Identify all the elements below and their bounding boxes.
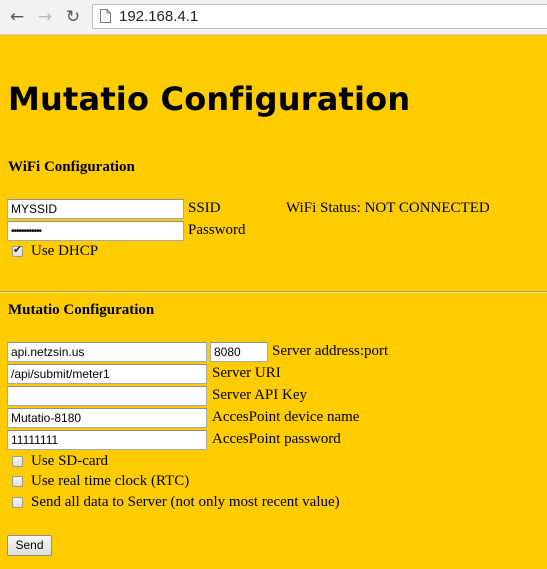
wifi-status-text: WiFi Status: NOT CONNECTED: [286, 200, 490, 216]
ssid-field[interactable]: [7, 199, 184, 219]
password-field[interactable]: ••••••••••••: [7, 221, 184, 241]
server-port-field[interactable]: [210, 342, 268, 362]
sdcard-checkbox[interactable]: [12, 456, 23, 467]
dhcp-checkbox[interactable]: [12, 243, 23, 257]
api-key-field[interactable]: [7, 386, 207, 406]
back-arrow-icon[interactable]: ←: [6, 6, 28, 28]
api-key-label: Server API Key: [212, 387, 307, 403]
rtc-label: Use real time clock (RTC): [31, 473, 190, 489]
section-divider: [0, 291, 547, 293]
url-text: 192.168.4.1: [119, 8, 199, 25]
ap-name-field[interactable]: [7, 408, 207, 428]
sdcard-label: Use SD-card: [31, 453, 109, 469]
address-bar[interactable]: 192.168.4.1: [92, 4, 547, 29]
server-uri-field[interactable]: [7, 364, 207, 384]
dhcp-label: Use DHCP: [31, 243, 99, 259]
rtc-checkbox[interactable]: [12, 476, 23, 487]
page-title: Mutatio Configuration: [8, 80, 411, 118]
send-all-checkbox[interactable]: [12, 497, 23, 508]
send-button[interactable]: Send: [7, 535, 52, 556]
ap-password-field[interactable]: [7, 430, 207, 450]
server-address-label: Server address:port: [272, 343, 389, 359]
ap-name-label: AccesPoint device name: [212, 409, 360, 425]
reload-icon[interactable]: ↻: [62, 6, 84, 28]
forward-arrow-icon[interactable]: →: [34, 6, 56, 28]
server-address-field[interactable]: [7, 342, 207, 362]
browser-toolbar: ← → ↻ 192.168.4.1: [0, 0, 547, 35]
wifi-heading: WiFi Configuration: [8, 159, 135, 175]
server-uri-label: Server URI: [212, 365, 281, 381]
mutatio-heading: Mutatio Configuration: [8, 302, 155, 318]
ssid-label: SSID: [188, 200, 221, 216]
page-icon: [100, 9, 111, 23]
ap-password-label: AccesPoint password: [212, 431, 341, 447]
send-all-label: Send all data to Server (not only most r…: [31, 494, 340, 510]
password-label: Password: [188, 222, 246, 238]
